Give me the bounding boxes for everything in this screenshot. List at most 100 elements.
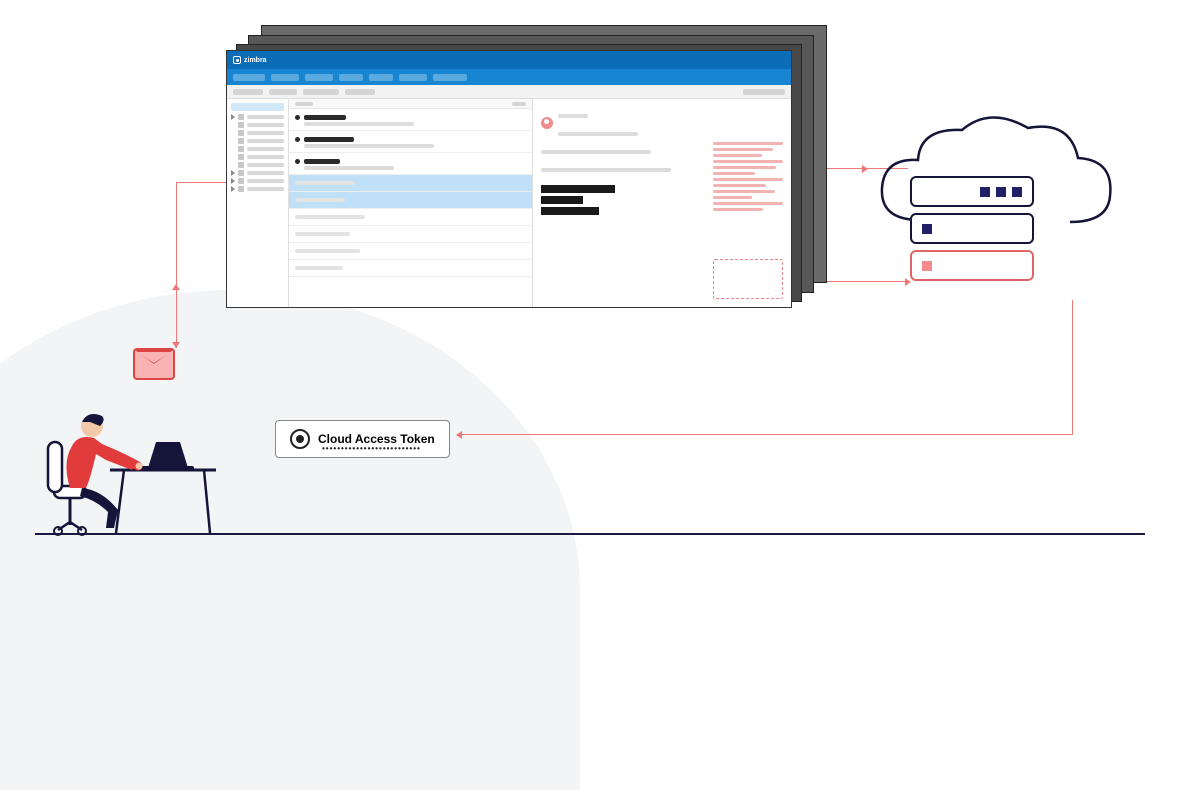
brand-name: zimbra: [244, 57, 267, 64]
flow-server-to-token-v: [1072, 300, 1073, 434]
message-subject: [295, 232, 350, 236]
reader-meta: [541, 150, 651, 154]
server-row: [910, 176, 1034, 207]
folder-label: [247, 139, 284, 143]
reader-body-line: [541, 196, 583, 204]
folder-label: [247, 155, 284, 159]
sidebar-item[interactable]: [231, 162, 284, 168]
app-toolbar: [227, 85, 791, 99]
message-subject: [304, 166, 394, 170]
nav-item[interactable]: [305, 74, 333, 81]
zimbra-app-window: zimbra: [226, 50, 792, 308]
sidebar-item[interactable]: [231, 186, 284, 192]
unread-dot-icon: [295, 159, 300, 164]
message-row[interactable]: [289, 243, 532, 260]
email-icon: [133, 348, 175, 380]
message-row[interactable]: [289, 209, 532, 226]
message-row[interactable]: [289, 131, 532, 153]
brand-logo-icon: [233, 56, 241, 64]
toolbar-button[interactable]: [303, 89, 339, 95]
toolbar-button[interactable]: [269, 89, 297, 95]
toolbar-button[interactable]: [233, 89, 263, 95]
arrow-head-icon: [172, 342, 180, 348]
nav-item[interactable]: [369, 74, 393, 81]
sidebar-item[interactable]: [231, 170, 284, 176]
message-list: [289, 99, 533, 307]
folder-icon: [238, 130, 244, 136]
folder-icon: [238, 122, 244, 128]
sidebar-item[interactable]: [231, 178, 284, 184]
folder-label: [247, 147, 284, 151]
folder-label: [247, 187, 284, 191]
server-row-compromised: [910, 250, 1034, 281]
folder-label: [247, 131, 284, 135]
chevron-right-icon: [231, 114, 235, 120]
server-stack: [910, 170, 1034, 281]
unread-dot-icon: [295, 137, 300, 142]
chevron-right-icon: [231, 178, 235, 184]
list-header: [289, 99, 532, 109]
sidebar-item[interactable]: [231, 154, 284, 160]
column-header[interactable]: [512, 102, 526, 106]
message-row[interactable]: [289, 109, 532, 131]
nav-item[interactable]: [271, 74, 299, 81]
sidebar-item[interactable]: [231, 130, 284, 136]
chevron-right-icon: [231, 170, 235, 176]
reader-meta: [558, 132, 638, 136]
message-subject: [295, 181, 355, 185]
message-subject: [295, 266, 343, 270]
sidebar-item[interactable]: [231, 122, 284, 128]
user-at-desk-illustration: [40, 390, 230, 540]
reader-body-line: [541, 207, 599, 215]
server-led-icon: [922, 224, 932, 234]
folder-label: [247, 115, 284, 119]
message-row[interactable]: [289, 260, 532, 277]
sidebar-item[interactable]: [231, 114, 284, 120]
column-header[interactable]: [295, 102, 313, 106]
message-subject: [295, 215, 365, 219]
arrow-head-icon: [172, 284, 180, 290]
folder-icon: [238, 138, 244, 144]
sidebar-item[interactable]: [231, 138, 284, 144]
nav-item[interactable]: [233, 74, 265, 81]
folder-icon: [238, 178, 244, 184]
sidebar-header: [231, 103, 284, 111]
reader-meta: [541, 168, 671, 172]
reader-body-line: [541, 185, 615, 193]
server-led-icon: [1012, 187, 1022, 197]
folder-label: [247, 171, 284, 175]
folder-icon: [238, 154, 244, 160]
message-subject: [304, 122, 414, 126]
toolbar-button[interactable]: [345, 89, 375, 95]
toolbar-button[interactable]: [743, 89, 785, 95]
nav-item[interactable]: [433, 74, 467, 81]
token-value-redacted: ••••••••••••••••••••••••••: [322, 444, 421, 453]
arrow-head-icon: [456, 431, 462, 439]
exfil-box: [713, 259, 783, 299]
reader-from: [558, 114, 588, 118]
background-blob: [0, 290, 580, 790]
message-reader: [533, 99, 792, 307]
server-led-icon: [980, 187, 990, 197]
message-subject: [295, 249, 360, 253]
malicious-payload-lines: [713, 139, 783, 214]
folder-icon: [238, 146, 244, 152]
message-row[interactable]: [289, 226, 532, 243]
message-row[interactable]: [289, 153, 532, 175]
avatar-icon: [541, 117, 553, 129]
folder-sidebar: [227, 99, 289, 307]
app-topbar: zimbra: [227, 51, 791, 69]
server-row: [910, 213, 1034, 244]
arrow-head-icon: [862, 165, 868, 173]
nav-item[interactable]: [339, 74, 363, 81]
target-icon: [290, 429, 310, 449]
folder-label: [247, 179, 284, 183]
message-row-selected[interactable]: [289, 175, 532, 192]
folder-icon: [238, 162, 244, 168]
message-row-selected[interactable]: [289, 192, 532, 209]
sidebar-item[interactable]: [231, 146, 284, 152]
folder-icon: [238, 170, 244, 176]
message-subject: [304, 144, 434, 148]
app-body: [227, 99, 791, 307]
nav-item[interactable]: [399, 74, 427, 81]
